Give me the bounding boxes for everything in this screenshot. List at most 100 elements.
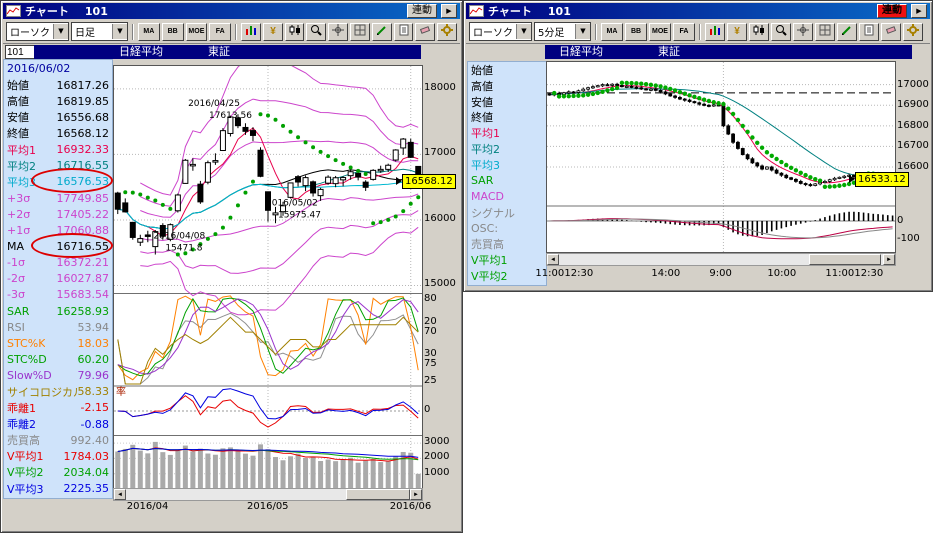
- gear-button[interactable]: [437, 23, 457, 41]
- code-input[interactable]: [5, 45, 35, 59]
- pencil-button[interactable]: [837, 23, 857, 41]
- scrollbar-thumb[interactable]: [809, 254, 881, 265]
- zoom-icon: [310, 24, 322, 39]
- titlebar-arrow-button[interactable]: ▶: [911, 4, 927, 18]
- y-axis-label: 25: [424, 375, 437, 386]
- scroll-right-button[interactable]: ►: [883, 254, 895, 265]
- grid-button[interactable]: [350, 23, 370, 41]
- period-select[interactable]: 5分足▼: [534, 22, 591, 41]
- pencil-button[interactable]: [372, 23, 392, 41]
- quote-value: -2.15: [81, 401, 109, 414]
- chart-type-select[interactable]: ローソク▼: [469, 22, 532, 41]
- yen-button[interactable]: ¥: [727, 23, 747, 41]
- period-select-value: 5分足: [535, 24, 575, 39]
- quote-label: -2σ: [7, 272, 25, 285]
- bb-button[interactable]: BB: [162, 23, 184, 41]
- grid-icon: [354, 24, 366, 39]
- crosshair-button[interactable]: [328, 23, 348, 41]
- quote-row: 売買高: [468, 236, 546, 252]
- quote-row: V平均1: [468, 252, 546, 268]
- sync-button[interactable]: 連動: [877, 4, 907, 18]
- x-axis-label: 11:00: [535, 268, 564, 279]
- sync-button[interactable]: 連動: [407, 4, 437, 18]
- quote-row: 終値: [468, 110, 546, 126]
- quote-row: サイコロジカル58.33: [4, 384, 112, 400]
- window-titlebar[interactable]: チャート 101 連動 ▶: [3, 3, 460, 19]
- fa-button[interactable]: FA: [673, 23, 695, 41]
- last-price-tag: 16568.12: [396, 174, 456, 189]
- candle-button[interactable]: [285, 23, 305, 41]
- ma-button[interactable]: MA: [138, 23, 160, 41]
- chart-type-select-value: ローソク: [470, 24, 516, 39]
- gear-button[interactable]: [903, 23, 923, 41]
- y-axis-label: -100: [897, 233, 920, 244]
- memo-button[interactable]: [394, 23, 414, 41]
- x-axis-label: 9:00: [709, 268, 731, 279]
- quote-row: 乖離1-2.15: [4, 400, 112, 416]
- zoom-button[interactable]: [771, 23, 791, 41]
- candle-icon: [289, 24, 301, 39]
- quote-label: 高値: [7, 93, 29, 109]
- memo-button[interactable]: [859, 23, 879, 41]
- quote-value: 79.96: [78, 369, 110, 382]
- titlebar-arrow-button[interactable]: ▶: [441, 4, 457, 18]
- window-titlebar[interactable]: チャート 101 連動 ▶: [466, 3, 930, 19]
- svg-text:17613.56: 17613.56: [209, 111, 252, 121]
- grid-button[interactable]: [815, 23, 835, 41]
- quote-value: 16027.87: [57, 272, 110, 285]
- intraday-chart-canvas[interactable]: [546, 61, 896, 253]
- instrument-name: 日経平均: [559, 45, 603, 59]
- indicator-button[interactable]: [241, 23, 261, 41]
- svg-text:¥: ¥: [734, 26, 740, 36]
- horizontal-scrollbar[interactable]: ◄ ►: [113, 488, 423, 501]
- chart-window-daily: チャート 101 連動 ▶ ローソク▼日足▼MABBMOEFA¥ 日経平均 東証…: [0, 0, 463, 533]
- last-price-value: 16533.12: [855, 172, 909, 187]
- toolbar-separator: [595, 24, 597, 40]
- horizontal-scrollbar[interactable]: ◄ ►: [546, 253, 896, 266]
- quote-label: 終値: [7, 125, 29, 141]
- quote-row: -2σ 16027.87: [4, 271, 112, 287]
- scroll-left-button[interactable]: ◄: [547, 254, 559, 265]
- quote-row: 売買高992.40: [4, 432, 112, 448]
- quote-value: 16819.85: [57, 95, 110, 108]
- moe-button[interactable]: MOE: [186, 23, 208, 41]
- scrollbar-thumb[interactable]: [346, 489, 410, 500]
- y-axis-label: 0: [897, 215, 903, 226]
- eraser-button[interactable]: [881, 23, 901, 41]
- period-select[interactable]: 日足▼: [71, 22, 128, 41]
- y-axis-label: 3000: [424, 436, 449, 447]
- quote-label: -1σ: [7, 256, 25, 269]
- quote-label: 安値: [471, 94, 493, 110]
- dropdown-arrow-icon: ▼: [53, 24, 68, 39]
- quote-row: 始値: [468, 62, 546, 78]
- app-icon: [469, 5, 484, 17]
- y-axis-label: 17000: [424, 147, 456, 158]
- candle-button[interactable]: [749, 23, 769, 41]
- chart-type-select[interactable]: ローソク▼: [6, 22, 69, 41]
- quote-value: -0.88: [81, 418, 109, 431]
- moe-button[interactable]: MOE: [649, 23, 671, 41]
- date-label: 2016/06/02: [4, 60, 112, 77]
- scroll-left-button[interactable]: ◄: [114, 489, 126, 500]
- fa-button[interactable]: FA: [209, 23, 231, 41]
- eraser-button[interactable]: [415, 23, 435, 41]
- quote-row: V平均2: [468, 268, 546, 284]
- instrument-name: 日経平均: [119, 45, 163, 59]
- yen-button[interactable]: ¥: [263, 23, 283, 41]
- window-title: チャート: [25, 3, 69, 19]
- period-select-value: 日足: [72, 24, 112, 39]
- quote-value: 1784.03: [64, 450, 110, 463]
- dropdown-arrow-icon: ▼: [575, 24, 590, 39]
- daily-chart-canvas[interactable]: 2016/04/2517613.562016/04/0815471.82016/…: [113, 65, 423, 490]
- y-axis-label: 2000: [424, 451, 449, 462]
- scroll-right-button[interactable]: ►: [410, 489, 422, 500]
- ma-button[interactable]: MA: [601, 23, 623, 41]
- crosshair-button[interactable]: [793, 23, 813, 41]
- indicator-button[interactable]: [705, 23, 725, 41]
- quote-label: 平均3: [471, 157, 500, 173]
- dropdown-arrow-icon: ▼: [516, 24, 531, 39]
- quote-row: SAR16258.93: [4, 303, 112, 319]
- zoom-button[interactable]: [306, 23, 326, 41]
- dropdown-arrow-icon: ▼: [112, 24, 127, 39]
- bb-button[interactable]: BB: [625, 23, 647, 41]
